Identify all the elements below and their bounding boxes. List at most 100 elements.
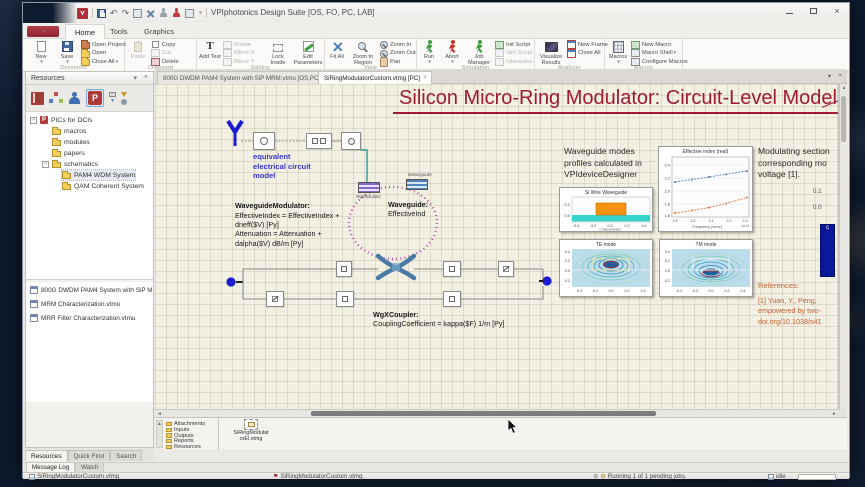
block-coupler-right[interactable] <box>443 261 461 277</box>
collapse-icon[interactable]: − <box>30 117 37 124</box>
vertical-scrollbar[interactable]: ▲ <box>839 84 847 409</box>
scroll-up-icon[interactable]: ▲ <box>842 85 847 91</box>
hierarchy-icon[interactable] <box>49 92 63 105</box>
tree-item-papers[interactable]: papers <box>52 148 85 158</box>
block-splitter-right[interactable] <box>443 291 461 307</box>
block-dc-source[interactable] <box>341 132 361 150</box>
save-button[interactable]: Save▾ <box>55 40 79 65</box>
block-wg-modulator[interactable] <box>358 182 380 193</box>
vpi-logo-icon[interactable] <box>77 8 88 19</box>
block-splitter-left[interactable] <box>336 291 354 307</box>
figure-tm-mode[interactable]: TM mode 0.4 0.2 0.0 <box>659 239 753 297</box>
run-gray-icon[interactable] <box>159 8 168 18</box>
collapse-icon[interactable]: − <box>42 161 49 168</box>
lock-icon[interactable] <box>109 92 116 97</box>
block-coupler-left[interactable] <box>336 261 352 277</box>
tab-quick-find[interactable]: Quick Find <box>68 450 111 461</box>
status-simulation-document[interactable]: ⚑ SiRingModulatorCustom.vtmg <box>273 473 363 480</box>
tree-item-qam-coherent-system[interactable]: QAM Coherent System <box>62 181 144 191</box>
job-manager-button[interactable]: Job Manager <box>465 40 493 66</box>
lock-inside-button[interactable]: Lock Inside <box>265 40 291 66</box>
explorer-scroll-strip[interactable]: ▲ <box>156 420 163 448</box>
analyzer-close-all-button[interactable]: Close All <box>567 50 608 57</box>
cut-button[interactable]: Cut <box>151 50 179 57</box>
undo-icon[interactable]: ↶ <box>110 8 118 18</box>
zoom-in-button[interactable]: Zoom In <box>379 41 416 48</box>
pane-close-icon[interactable]: × <box>838 72 842 79</box>
zoom-to-region-button[interactable]: Zoom to Region <box>349 40 377 66</box>
status-active-document[interactable]: SiRingModulatorCustom.vtmg <box>29 473 119 480</box>
edit-parameters-button[interactable]: Edit Parameters <box>293 40 323 66</box>
tab-search[interactable]: Search <box>110 450 142 461</box>
figure-si-wire-waveguide[interactable]: Si Wire Waveguide 0.2 0.0 -0.4 -0.2 0.0 … <box>559 187 653 232</box>
figure-te-mode[interactable]: TE mode 0.4 0.2 0.0 <box>559 239 653 297</box>
macros-button[interactable]: Macros▾ <box>607 40 629 65</box>
pics-collection-icon[interactable]: P <box>86 89 104 107</box>
redo-icon[interactable]: ↷ <box>122 8 130 18</box>
block-signal-generator[interactable] <box>253 132 275 150</box>
pan-button[interactable]: Pan <box>379 58 416 65</box>
abort-red-icon[interactable] <box>172 8 181 18</box>
scroll-up-icon[interactable]: ▲ <box>157 421 162 427</box>
block-waveguide[interactable] <box>406 179 428 190</box>
status-jobs[interactable]: ⚙ ⚙ Running 1 of 1 pending jobs. <box>593 473 687 480</box>
macro-shell-button[interactable]: Macro Shell▾ <box>631 50 688 57</box>
tab-close-icon[interactable]: × <box>423 75 427 81</box>
tree-item-pam4-wdm-system[interactable]: PAM4 WDM System <box>62 170 135 180</box>
abort-button[interactable]: Abort▾ <box>441 40 463 65</box>
file-item[interactable]: MRR Filter Characterization.vtmu <box>30 314 152 322</box>
folder-resources[interactable]: Resources <box>166 444 216 450</box>
user-modules-icon[interactable] <box>68 92 81 105</box>
mirror-x-button[interactable]: Mirror X <box>223 50 255 57</box>
horizontal-scroll-thumb[interactable] <box>311 411 656 416</box>
block-attenuator-left[interactable] <box>266 291 284 307</box>
fit-all-button[interactable]: Fit All <box>327 40 347 60</box>
library-icon[interactable] <box>31 92 44 105</box>
fit-view-icon[interactable] <box>144 7 157 20</box>
run-button[interactable]: Run▾ <box>419 40 439 65</box>
init-script-button[interactable]: Init Script <box>495 41 533 48</box>
mirror-y-button[interactable]: Mirror Y <box>223 58 255 65</box>
open-button[interactable]: Open <box>81 50 126 57</box>
sim-script-button[interactable]: Sim Script <box>495 50 533 57</box>
image-icon[interactable] <box>185 9 194 18</box>
new-button[interactable]: New▾ <box>29 40 53 65</box>
block-rotator[interactable] <box>498 261 514 277</box>
configure-macros-button[interactable]: Configure Macros <box>631 58 688 65</box>
new-macro-button[interactable]: New Macro <box>631 41 688 48</box>
visualize-results-button[interactable]: Visualize Results <box>537 40 565 66</box>
new-frame-button[interactable]: New Frame <box>567 41 608 48</box>
user-filter-icon[interactable] <box>121 99 127 105</box>
doc-tab-800g-system[interactable]: 800G DWDM PAM4 System with SiP MRM.vtmu … <box>157 71 333 84</box>
restore-button[interactable] <box>807 6 819 16</box>
file-menu-button[interactable]: ▾ <box>27 26 59 37</box>
copy-button[interactable]: Copy <box>151 41 179 48</box>
explorer-file-item[interactable]: SiRingModulat orEl.vtmg <box>221 419 281 449</box>
paste-button[interactable]: Paste <box>127 40 149 60</box>
tab-graphics[interactable]: Graphics <box>135 24 183 39</box>
zoom-out-button[interactable]: Zoom Out <box>379 50 416 57</box>
pin-icon[interactable]: ▾ <box>133 74 137 82</box>
close-all-button[interactable]: Close All▾ <box>81 58 126 65</box>
add-text-button[interactable]: TAdd Text <box>199 40 221 60</box>
preview-icon[interactable] <box>133 9 142 18</box>
open-project-button[interactable]: Open Project <box>81 41 126 48</box>
tree-item-schematics[interactable]: − schematics <box>42 159 98 169</box>
file-item[interactable]: 800G DWDM PAM4 System with SiP MRM.vtmu <box>30 286 152 294</box>
figure-effective-index[interactable]: Effective index (real) 2.4 2.2 2.0 1.8 <box>658 146 753 232</box>
file-item[interactable]: MRM Characterization.vtmu <box>30 300 152 308</box>
filter-icon[interactable] <box>121 92 127 97</box>
pane-menu-icon[interactable]: ▾ <box>828 72 831 80</box>
qat-dropdown-icon[interactable]: ▾ <box>199 10 202 16</box>
close-button[interactable]: × <box>831 6 843 16</box>
tree-item-pics-for-dcis[interactable]: − P PICs for DCIs <box>30 115 93 125</box>
tab-tools[interactable]: Tools <box>101 24 137 39</box>
tree-item-macros[interactable]: macros <box>52 126 86 136</box>
sort-down-icon[interactable]: ▼ <box>110 99 115 104</box>
doc-tab-siring-modulator[interactable]: SiRingModulatorCustom.vtmg [PC]× <box>318 71 432 84</box>
block-driver[interactable] <box>306 133 332 149</box>
minimize-button[interactable] <box>783 6 795 16</box>
tree-item-modules[interactable]: modules <box>52 137 90 147</box>
save-icon[interactable] <box>97 9 106 18</box>
tab-message-log[interactable]: Message Log <box>26 462 75 472</box>
